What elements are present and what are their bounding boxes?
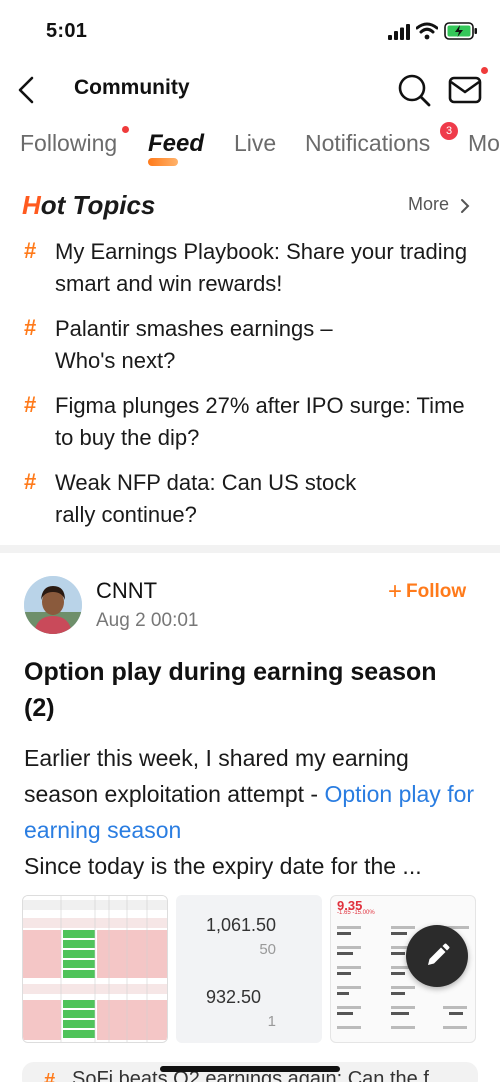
notifications-badge: 3	[440, 122, 458, 140]
post-body[interactable]: Earlier this week, I shared my earning s…	[24, 740, 480, 884]
tab-notifications[interactable]: Notifications	[305, 130, 430, 157]
mail-icon[interactable]	[446, 72, 486, 108]
hot-topics-title-accent: H	[22, 190, 41, 220]
hot-topic-item[interactable]: # Palantir smashes earnings – Who's next…	[0, 313, 500, 377]
home-indicator[interactable]	[160, 1066, 340, 1072]
hot-topic-item[interactable]: # Figma plunges 27% after IPO surge: Tim…	[0, 390, 500, 454]
hot-topics-title: Hot Topics	[22, 190, 155, 221]
section-divider	[0, 545, 500, 553]
active-tab-indicator	[148, 158, 178, 166]
wifi-icon	[416, 22, 438, 40]
search-icon[interactable]	[396, 72, 432, 108]
post-image-spreadsheet[interactable]	[22, 895, 168, 1043]
plus-icon: +	[388, 578, 403, 605]
order-value-1: 1,061.50	[206, 915, 277, 935]
hot-topics-title-rest: ot Topics	[40, 190, 156, 220]
tab-bar: Following Feed Live Notifications 3 Mo	[0, 118, 500, 174]
hashtag-icon: #	[24, 469, 37, 494]
next-topic-card[interactable]: # SoFi beats Q2 earnings again: Can the …	[22, 1062, 478, 1082]
order-qty-2: 1	[267, 1013, 276, 1030]
page-title: Community	[74, 76, 190, 99]
following-unread-dot	[122, 126, 129, 133]
pencil-icon	[428, 943, 450, 965]
spreadsheet-thumbnail	[23, 896, 167, 1042]
avatar-photo	[24, 576, 82, 634]
status-bar: 5:01	[0, 0, 500, 62]
post-image-order-values[interactable]: 1,061.50 50 932.50 1	[176, 895, 322, 1043]
order-qty-1: 50	[259, 941, 276, 958]
chevron-right-icon[interactable]	[458, 196, 472, 216]
hashtag-icon: #	[24, 392, 37, 417]
tab-feed[interactable]: Feed	[148, 130, 204, 158]
author-name[interactable]: CNNT	[96, 578, 157, 604]
tab-live[interactable]: Live	[234, 130, 276, 157]
hot-topic-text: Palantir smashes earnings – Who's next?	[55, 316, 333, 373]
post-body-truncated: Since today is the expiry date for the .…	[24, 853, 422, 879]
post-date: Aug 2 00:01	[96, 610, 199, 631]
back-arrow-icon[interactable]	[14, 72, 42, 108]
order-value-2: 932.50	[206, 987, 262, 1007]
hashtag-icon: #	[24, 315, 37, 340]
hot-topics-header: Hot Topics More	[0, 186, 500, 226]
hot-topic-text: My Earnings Playbook: Share your trading…	[55, 239, 468, 296]
post-title[interactable]: Option play during earning season (2)	[24, 654, 464, 726]
author-avatar[interactable]	[24, 576, 82, 634]
tab-more[interactable]: Mo	[468, 130, 500, 157]
hot-topic-item[interactable]: # My Earnings Playbook: Share your tradi…	[0, 236, 500, 300]
follow-button[interactable]: + Follow	[388, 578, 466, 606]
hot-topic-text: Figma plunges 27% after IPO surge: Time …	[55, 393, 465, 450]
follow-label: Follow	[406, 581, 467, 602]
hot-topic-item[interactable]: # Weak NFP data: Can US stock rally cont…	[0, 467, 500, 531]
tab-following[interactable]: Following	[20, 130, 117, 157]
battery-charging-icon	[444, 22, 477, 40]
status-time: 5:01	[46, 20, 88, 42]
hot-topics-more-link[interactable]: More	[408, 194, 449, 215]
mail-unread-dot	[481, 67, 488, 74]
hot-topic-text: Weak NFP data: Can US stock rally contin…	[55, 470, 357, 527]
hashtag-icon: #	[44, 1070, 56, 1082]
compose-post-button[interactable]	[406, 925, 468, 987]
hashtag-icon: #	[24, 238, 37, 263]
cellular-signal-icon	[388, 24, 410, 40]
top-nav: Community	[0, 62, 500, 118]
